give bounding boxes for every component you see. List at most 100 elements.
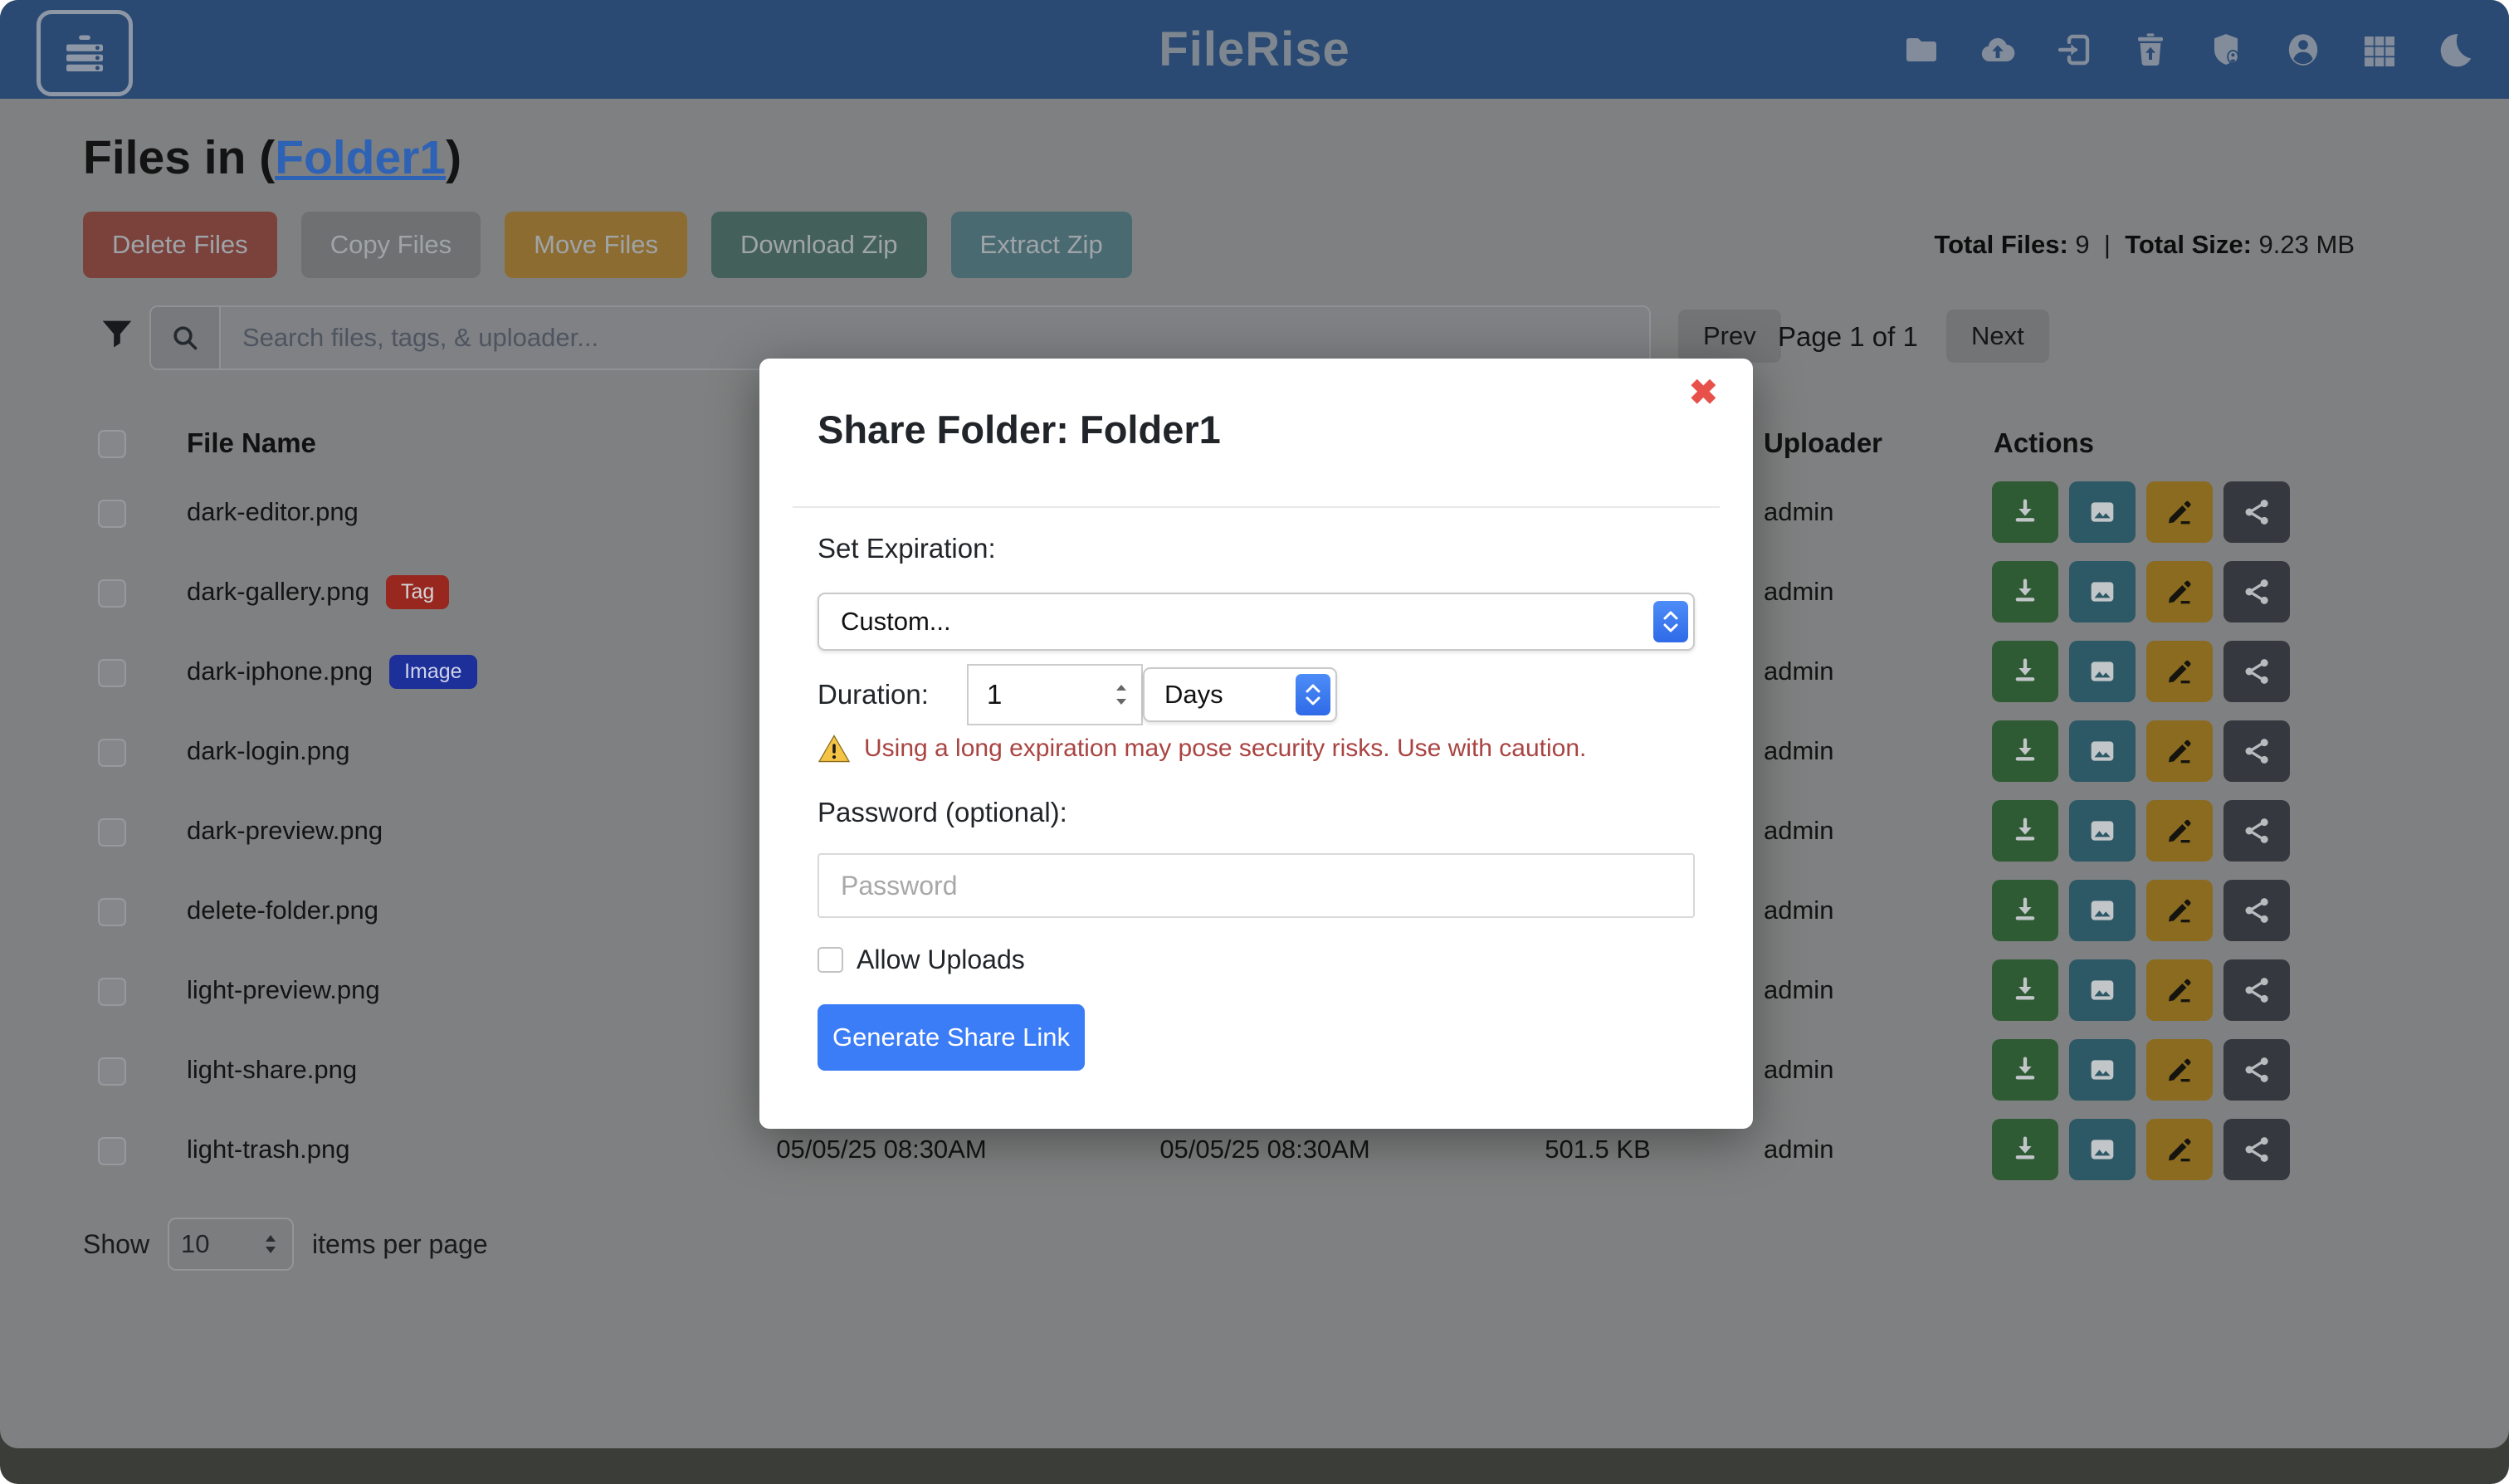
allow-uploads-checkbox[interactable] xyxy=(818,947,843,973)
preview-image-button[interactable] xyxy=(2069,959,2136,1021)
prev-page-button[interactable]: Prev xyxy=(1678,310,1781,363)
select-stepper-icon xyxy=(1653,601,1688,642)
row-checkbox[interactable] xyxy=(98,898,126,926)
trash-restore-icon[interactable] xyxy=(2131,30,2170,70)
row-actions xyxy=(1992,1119,2290,1180)
filter-icon[interactable] xyxy=(98,315,136,353)
move-files-button[interactable]: Move Files xyxy=(505,212,687,278)
file-name[interactable]: dark-login.png xyxy=(187,736,349,766)
image-icon xyxy=(2086,974,2119,1007)
pencil-icon xyxy=(2163,1053,2196,1086)
shield-user-icon[interactable] xyxy=(2207,30,2247,70)
row-checkbox[interactable] xyxy=(98,818,126,847)
file-name[interactable]: dark-gallery.png xyxy=(187,577,369,607)
cloud-upload-icon[interactable] xyxy=(1978,30,2018,70)
share-icon xyxy=(2240,495,2273,529)
edit-button[interactable] xyxy=(2146,561,2213,622)
file-name-cell: dark-preview.png xyxy=(187,791,383,871)
preview-image-button[interactable] xyxy=(2069,1039,2136,1101)
download-button[interactable] xyxy=(1992,561,2058,622)
close-icon[interactable]: ✖ xyxy=(1689,375,1718,410)
pencil-icon xyxy=(2163,814,2196,847)
download-button[interactable] xyxy=(1992,641,2058,702)
pencil-icon xyxy=(2163,575,2196,608)
grid-icon[interactable] xyxy=(2360,30,2399,70)
edit-button[interactable] xyxy=(2146,959,2213,1021)
preview-image-button[interactable] xyxy=(2069,800,2136,862)
share-button[interactable] xyxy=(2223,641,2290,702)
select-all-checkbox[interactable] xyxy=(98,430,126,458)
preview-image-button[interactable] xyxy=(2069,561,2136,622)
password-input[interactable] xyxy=(818,853,1695,918)
uploader-cell: admin xyxy=(1764,632,1963,711)
preview-image-button[interactable] xyxy=(2069,641,2136,702)
row-checkbox[interactable] xyxy=(98,500,126,528)
edit-button[interactable] xyxy=(2146,1119,2213,1180)
duration-input[interactable]: 1 xyxy=(967,664,1143,725)
file-name[interactable]: light-share.png xyxy=(187,1055,357,1085)
share-button[interactable] xyxy=(2223,481,2290,543)
row-checkbox[interactable] xyxy=(98,978,126,1006)
file-name[interactable]: dark-iphone.png xyxy=(187,657,373,686)
edit-button[interactable] xyxy=(2146,880,2213,941)
preview-image-button[interactable] xyxy=(2069,720,2136,782)
download-zip-button[interactable]: Download Zip xyxy=(711,212,927,278)
file-name[interactable]: light-preview.png xyxy=(187,975,380,1005)
row-checkbox[interactable] xyxy=(98,1137,126,1165)
delete-files-button[interactable]: Delete Files xyxy=(83,212,277,278)
number-spinner-icon[interactable] xyxy=(1110,678,1133,711)
expiration-select[interactable]: Custom... xyxy=(818,593,1695,651)
download-button[interactable] xyxy=(1992,880,2058,941)
download-button[interactable] xyxy=(1992,1039,2058,1101)
copy-files-button[interactable]: Copy Files xyxy=(301,212,481,278)
file-name[interactable]: light-trash.png xyxy=(187,1135,349,1164)
download-button[interactable] xyxy=(1992,800,2058,862)
next-page-button[interactable]: Next xyxy=(1946,310,2049,363)
row-checkbox[interactable] xyxy=(98,659,126,687)
sign-in-icon[interactable] xyxy=(2054,30,2094,70)
row-checkbox[interactable] xyxy=(98,739,126,767)
folder-icon[interactable] xyxy=(1901,30,1941,70)
preview-image-button[interactable] xyxy=(2069,481,2136,543)
file-name-cell: light-trash.png xyxy=(187,1110,349,1189)
edit-button[interactable] xyxy=(2146,720,2213,782)
extract-zip-button[interactable]: Extract Zip xyxy=(951,212,1132,278)
uploader-cell: admin xyxy=(1764,791,1963,871)
download-button[interactable] xyxy=(1992,959,2058,1021)
preview-image-button[interactable] xyxy=(2069,1119,2136,1180)
share-button[interactable] xyxy=(2223,880,2290,941)
share-button[interactable] xyxy=(2223,1039,2290,1101)
share-button[interactable] xyxy=(2223,959,2290,1021)
items-per-page-select[interactable]: 10 xyxy=(168,1218,294,1271)
generate-share-link-button[interactable]: Generate Share Link xyxy=(818,1004,1085,1071)
pencil-icon xyxy=(2163,655,2196,688)
row-checkbox[interactable] xyxy=(98,579,126,608)
download-button[interactable] xyxy=(1992,720,2058,782)
share-button[interactable] xyxy=(2223,1119,2290,1180)
user-icon[interactable] xyxy=(2283,30,2323,70)
download-button[interactable] xyxy=(1992,481,2058,543)
edit-button[interactable] xyxy=(2146,641,2213,702)
file-name[interactable]: dark-editor.png xyxy=(187,497,359,527)
preview-image-button[interactable] xyxy=(2069,880,2136,941)
share-button[interactable] xyxy=(2223,720,2290,782)
share-button[interactable] xyxy=(2223,561,2290,622)
pencil-icon xyxy=(2163,495,2196,529)
file-toolbar: Delete Files Copy Files Move Files Downl… xyxy=(83,212,1132,278)
share-button[interactable] xyxy=(2223,800,2290,862)
row-actions xyxy=(1992,481,2290,543)
row-checkbox[interactable] xyxy=(98,1057,126,1086)
folder-link[interactable]: Folder1 xyxy=(275,131,446,184)
moon-icon[interactable] xyxy=(2436,30,2476,70)
page-status: Page 1 of 1 xyxy=(1778,321,1918,353)
download-button[interactable] xyxy=(1992,1119,2058,1180)
duration-unit-select[interactable]: Days xyxy=(1143,667,1337,722)
edit-button[interactable] xyxy=(2146,1039,2213,1101)
modal-title: Share Folder: Folder1 xyxy=(818,407,1221,452)
file-name[interactable]: dark-preview.png xyxy=(187,816,383,846)
file-name[interactable]: delete-folder.png xyxy=(187,896,378,925)
image-icon xyxy=(2086,814,2119,847)
edit-button[interactable] xyxy=(2146,800,2213,862)
edit-button[interactable] xyxy=(2146,481,2213,543)
row-actions xyxy=(1992,959,2290,1021)
